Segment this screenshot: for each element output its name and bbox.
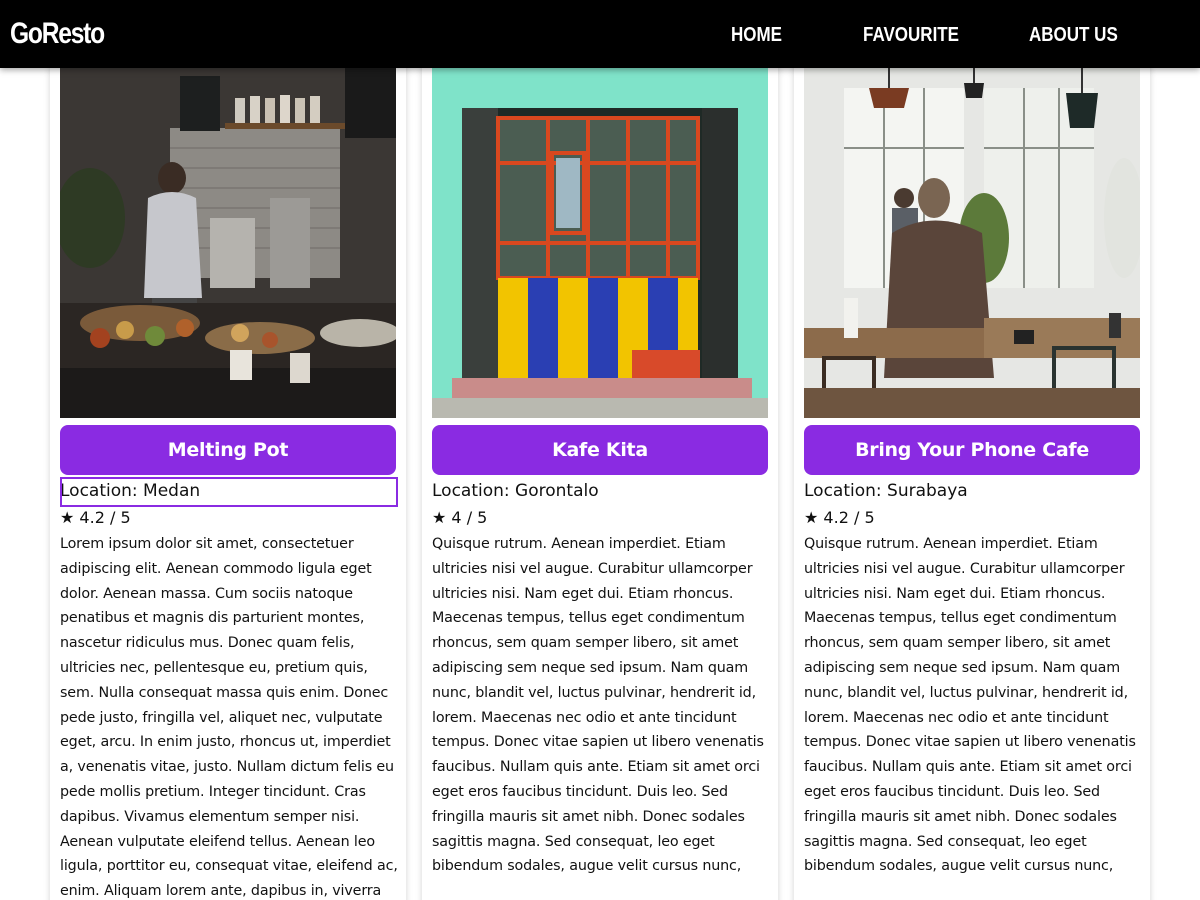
restaurant-name-button[interactable]: Bring Your Phone Cafe — [804, 425, 1140, 475]
restaurant-name-button[interactable]: Kafe Kita — [432, 425, 768, 475]
nav-favourite-link[interactable]: FAVOURITE — [863, 22, 959, 48]
restaurant-rating: ★ 4.2 / 5 — [804, 508, 875, 527]
restaurant-location: Location: Surabaya — [804, 481, 968, 501]
nav-about-link[interactable]: ABOUT US — [1029, 22, 1118, 48]
restaurant-description: Lorem ipsum dolor sit amet, consectetuer… — [60, 536, 398, 900]
restaurant-card[interactable]: Melting Pot Location: Medan ★ 4.2 / 5 Lo… — [50, 40, 406, 900]
restaurant-name-button[interactable]: Melting Pot — [60, 425, 396, 475]
top-navbar: GoResto HOME FAVOURITE ABOUT US — [0, 0, 1200, 68]
restaurant-photo — [804, 68, 1140, 418]
restaurant-card[interactable]: Kafe Kita Location: Gorontalo ★ 4 / 5 Qu… — [422, 40, 778, 900]
restaurant-location: Location: Gorontalo — [432, 481, 599, 501]
restaurant-photo — [60, 68, 396, 418]
restaurant-description: Quisque rutrum. Aenean imperdiet. Etiam … — [432, 536, 764, 875]
restaurant-rating: ★ 4 / 5 — [432, 508, 488, 527]
nav-home-link[interactable]: HOME — [731, 22, 782, 48]
restaurant-rating: ★ 4.2 / 5 — [60, 508, 131, 527]
restaurant-card[interactable]: Bring Your Phone Cafe Location: Surabaya… — [794, 40, 1150, 900]
restaurant-description: Quisque rutrum. Aenean imperdiet. Etiam … — [804, 536, 1136, 875]
app-logo[interactable]: GoResto — [10, 16, 105, 52]
restaurant-photo — [432, 68, 768, 418]
restaurant-location: Location: Medan — [60, 477, 398, 507]
